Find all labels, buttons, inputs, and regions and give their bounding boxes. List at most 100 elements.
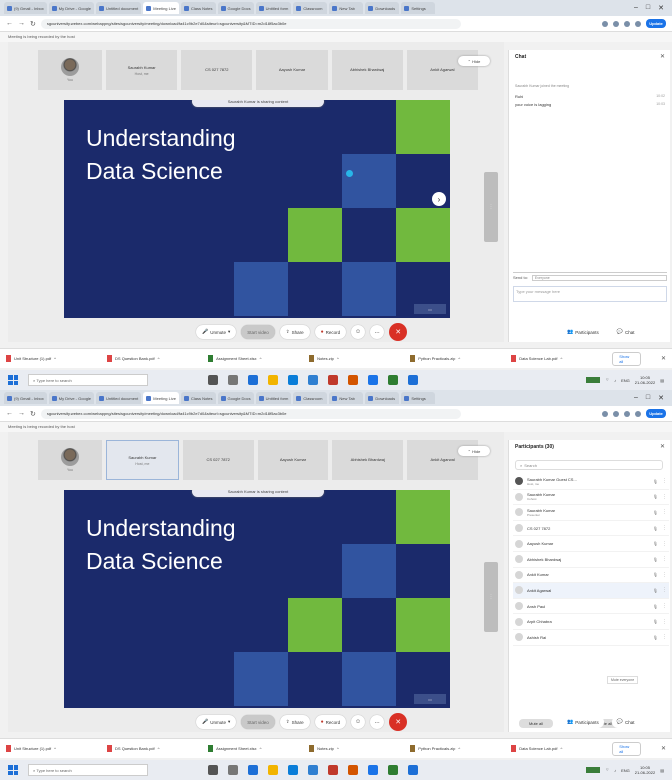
browser-tab[interactable]: (9) Gmail - Inbox [4, 2, 47, 14]
back-icon[interactable]: ← [6, 20, 13, 27]
hide-strip-button[interactable]: ⌃ Hide [458, 56, 490, 66]
more-options-icon[interactable]: ⋮ [662, 587, 667, 593]
browser-tab[interactable]: Untitled form [255, 2, 292, 14]
browser-tab[interactable]: Classroom [293, 2, 328, 14]
taskbar-app-icon[interactable] [268, 375, 278, 385]
browser-tab[interactable]: Class Notes [180, 392, 216, 404]
taskbar-app-icon[interactable] [228, 765, 238, 775]
participant-row[interactable]: Saurabh Kumar Presenter 🎙 ⋮ [513, 505, 669, 521]
taskbar-app-icon[interactable] [328, 375, 338, 385]
chat-input[interactable]: Type your message here [513, 286, 667, 302]
taskbar-app-icon[interactable] [308, 375, 318, 385]
more-options-icon[interactable]: ⋮ [662, 525, 667, 531]
taskbar-app-icon[interactable] [348, 765, 358, 775]
browser-tab[interactable]: (9) Gmail - Inbox [4, 392, 47, 404]
participant-tile[interactable]: CS 027 7872 [182, 440, 254, 480]
download-item[interactable]: Data Science Lab.pdf ^ [511, 743, 606, 755]
chat-button[interactable]: 💬 Chat [611, 716, 640, 728]
more-button[interactable]: ... [370, 325, 385, 339]
participant-row[interactable]: Arpit Chhabra 🎙 ⋮ [513, 614, 669, 630]
close-icon[interactable]: ✕ [658, 4, 664, 12]
more-options-icon[interactable]: ⋮ [662, 478, 667, 484]
extension-icon[interactable] [602, 20, 608, 27]
extension-icon[interactable] [613, 410, 619, 417]
participant-row[interactable]: Ankit Kumar 🎙 ⋮ [513, 568, 669, 584]
microphone-icon[interactable]: 🎙 [653, 604, 658, 609]
taskbar-app-icon[interactable] [388, 375, 398, 385]
sharing-pill[interactable]: Saurabh Kumar is sharing content [192, 100, 324, 107]
close-icon[interactable]: ✕ [661, 355, 666, 362]
mute-button[interactable]: 🎤 Unmute ▾ [196, 325, 237, 339]
participant-row[interactable]: Ashish Rai 🎙 ⋮ [513, 630, 669, 646]
hide-strip-button[interactable]: ⌃ Hide [458, 446, 490, 456]
browser-tab[interactable]: Google Docs [217, 2, 254, 14]
taskbar-app-icon[interactable] [208, 765, 218, 775]
close-icon[interactable]: ✕ [660, 443, 665, 450]
participant-tile[interactable]: Abhishek Bhardwaj [331, 50, 403, 90]
more-options-icon[interactable]: ⋮ [662, 572, 667, 578]
participant-row[interactable]: Aayush Kumar 🎙 ⋮ [513, 536, 669, 552]
chevron-up-icon[interactable]: ^ [158, 746, 160, 751]
close-icon[interactable]: ✕ [658, 394, 664, 402]
participants-button[interactable]: 👥 Participants [562, 326, 604, 338]
close-icon[interactable]: ✕ [661, 745, 666, 752]
download-item[interactable]: Python Practicals.zip ^ [410, 353, 505, 365]
taskbar-app-icon[interactable] [348, 375, 358, 385]
reload-icon[interactable]: ↻ [30, 410, 36, 418]
microphone-icon[interactable]: 🎙 [653, 479, 658, 484]
share-button[interactable]: ⇪ Share [279, 715, 310, 729]
participant-row[interactable]: Abhishek Bhardwaj 🎙 ⋮ [513, 552, 669, 568]
taskbar-app-icon[interactable] [368, 375, 378, 385]
browser-tab[interactable]: Meeting Live [143, 392, 179, 404]
forward-icon[interactable]: → [18, 20, 25, 27]
mute-all-button[interactable]: Mute all [519, 719, 554, 728]
start-video-button[interactable]: Start video [241, 715, 275, 729]
battery-icon[interactable] [586, 767, 601, 773]
extension-icon[interactable] [624, 410, 630, 417]
show-all-button[interactable]: Show all [612, 741, 641, 756]
extension-icon[interactable] [613, 20, 619, 27]
participant-tile[interactable]: Saurabh Kumar Host, me [106, 440, 179, 480]
browser-tab[interactable]: Untitled document [96, 392, 142, 404]
maximize-icon[interactable]: □ [646, 394, 650, 402]
chevron-up-icon[interactable]: ^ [458, 356, 460, 361]
participant-row[interactable]: Saurabh Kumar Cohost 🎙 ⋮ [513, 490, 669, 506]
profile-icon[interactable] [635, 410, 641, 417]
reactions-button[interactable]: ☺ [351, 715, 366, 729]
download-item[interactable]: Notes.zip ^ [309, 353, 404, 365]
participant-tile[interactable]: Aayush Kumar [257, 440, 329, 480]
chevron-up-icon[interactable]: ^ [54, 356, 56, 361]
url-field[interactable]: sgcuniversity.webex.com/webappng/sites/s… [40, 18, 461, 29]
show-all-button[interactable]: Show all [612, 351, 641, 366]
taskbar-app-icon[interactable] [408, 765, 418, 775]
download-item[interactable]: Unit Structure (1).pdf ^ [6, 353, 101, 365]
chat-button[interactable]: 💬 Chat [611, 326, 640, 338]
chevron-up-icon[interactable]: ^ [260, 356, 262, 361]
record-button[interactable]: ● Record [314, 325, 347, 339]
drag-handle[interactable]: ⋮ [484, 172, 498, 242]
download-item[interactable]: Python Practicals.zip ^ [410, 743, 505, 755]
browser-tab[interactable]: Downloads [365, 2, 400, 14]
next-slide-button[interactable]: › [432, 192, 446, 206]
share-button[interactable]: ⇪ Share [279, 325, 310, 339]
windows-start-icon[interactable] [8, 375, 18, 385]
browser-tab[interactable]: Classroom [293, 392, 328, 404]
microphone-icon[interactable]: 🎙 [653, 572, 658, 577]
participant-row[interactable]: Saurabh Kumar Guest CS... Host, me 🎙 ⋮ [513, 474, 669, 490]
battery-icon[interactable] [586, 377, 601, 383]
update-button[interactable]: Update [646, 19, 666, 28]
download-item[interactable]: DS Question Bank.pdf ^ [107, 743, 202, 755]
minimize-icon[interactable]: – [634, 394, 638, 402]
more-options-icon[interactable]: ⋮ [662, 509, 667, 515]
browser-tab[interactable]: Class Notes [180, 2, 216, 14]
download-item[interactable]: Unit Structure (1).pdf ^ [6, 743, 101, 755]
download-item[interactable]: Notes.zip ^ [309, 743, 404, 755]
browser-tab[interactable]: Google Docs [217, 392, 254, 404]
participant-row[interactable]: CS 027 7872 🎙 ⋮ [513, 521, 669, 537]
participant-tile[interactable]: Aayush Kumar [256, 50, 328, 90]
browser-tab[interactable]: My Drive - Google [48, 2, 95, 14]
participant-tile[interactable]: CS 027 7872 [181, 50, 253, 90]
clock[interactable]: 10:05 21-06-2022 [635, 375, 655, 385]
microphone-icon[interactable]: 🎙 [653, 635, 658, 640]
chevron-up-icon[interactable]: ^ [560, 356, 562, 361]
